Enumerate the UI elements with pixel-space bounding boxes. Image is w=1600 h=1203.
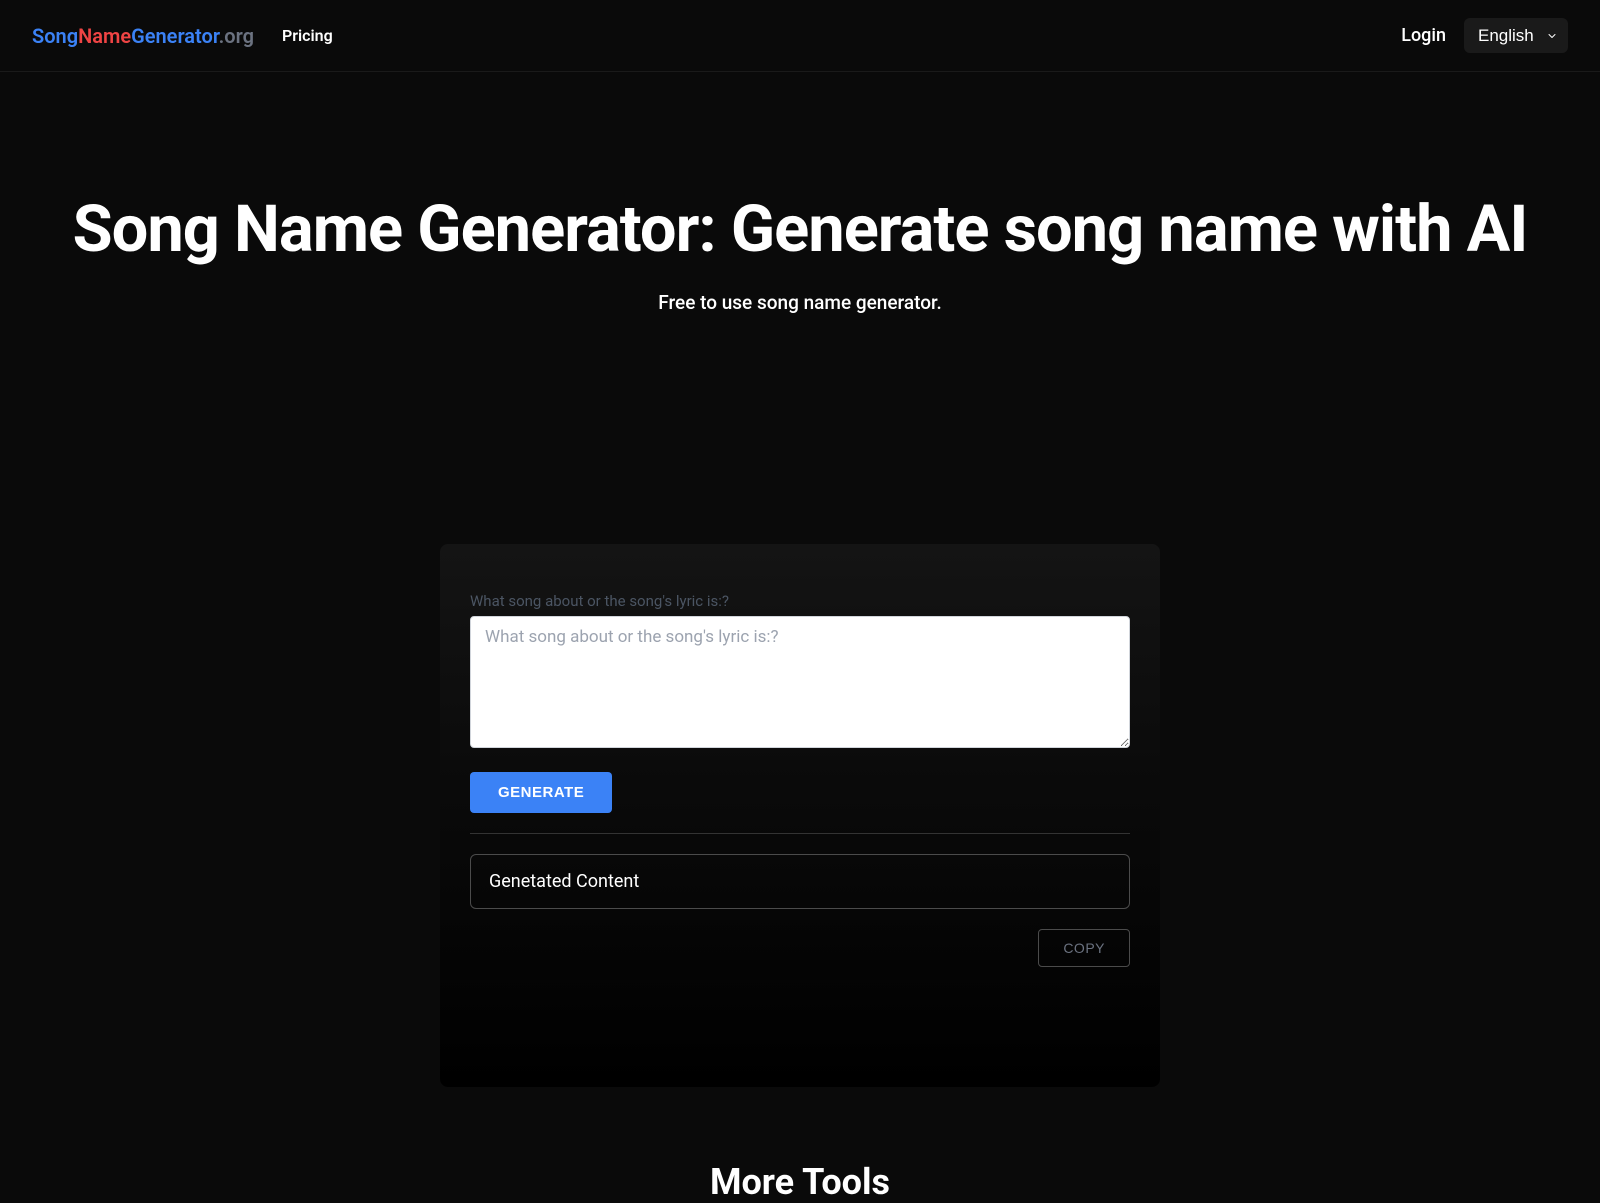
nav-pricing[interactable]: Pricing (282, 26, 333, 45)
header-right: Login English (1401, 18, 1568, 53)
generator-wrapper: What song about or the song's lyric is:?… (0, 354, 1600, 1087)
hero-section: Song Name Generator: Generate song name … (0, 72, 1600, 354)
input-label: What song about or the song's lyric is:? (470, 592, 1130, 610)
logo-name: Name (78, 24, 131, 48)
logo-song: Song (32, 24, 78, 48)
hero-subtitle: Free to use song name generator. (40, 291, 1560, 314)
generate-button[interactable]: GENERATE (470, 772, 612, 813)
more-tools-title: More Tools (0, 1161, 1600, 1203)
more-tools-section: More Tools (0, 1087, 1600, 1203)
generator-card: What song about or the song's lyric is:?… (440, 544, 1160, 1087)
hero-title: Song Name Generator: Generate song name … (40, 192, 1560, 267)
header: SongNameGenerator.org Pricing Login Engl… (0, 0, 1600, 72)
header-left: SongNameGenerator.org Pricing (32, 24, 333, 48)
logo[interactable]: SongNameGenerator.org (32, 24, 254, 48)
copy-row: COPY (470, 929, 1130, 967)
divider (470, 833, 1130, 834)
generated-output: Genetated Content (470, 854, 1130, 909)
logo-org: .org (219, 24, 254, 48)
copy-button[interactable]: COPY (1038, 929, 1130, 967)
logo-generator: Generator (131, 24, 218, 48)
song-input[interactable] (470, 616, 1130, 748)
language-select[interactable]: English (1464, 18, 1568, 53)
login-link[interactable]: Login (1401, 25, 1446, 46)
